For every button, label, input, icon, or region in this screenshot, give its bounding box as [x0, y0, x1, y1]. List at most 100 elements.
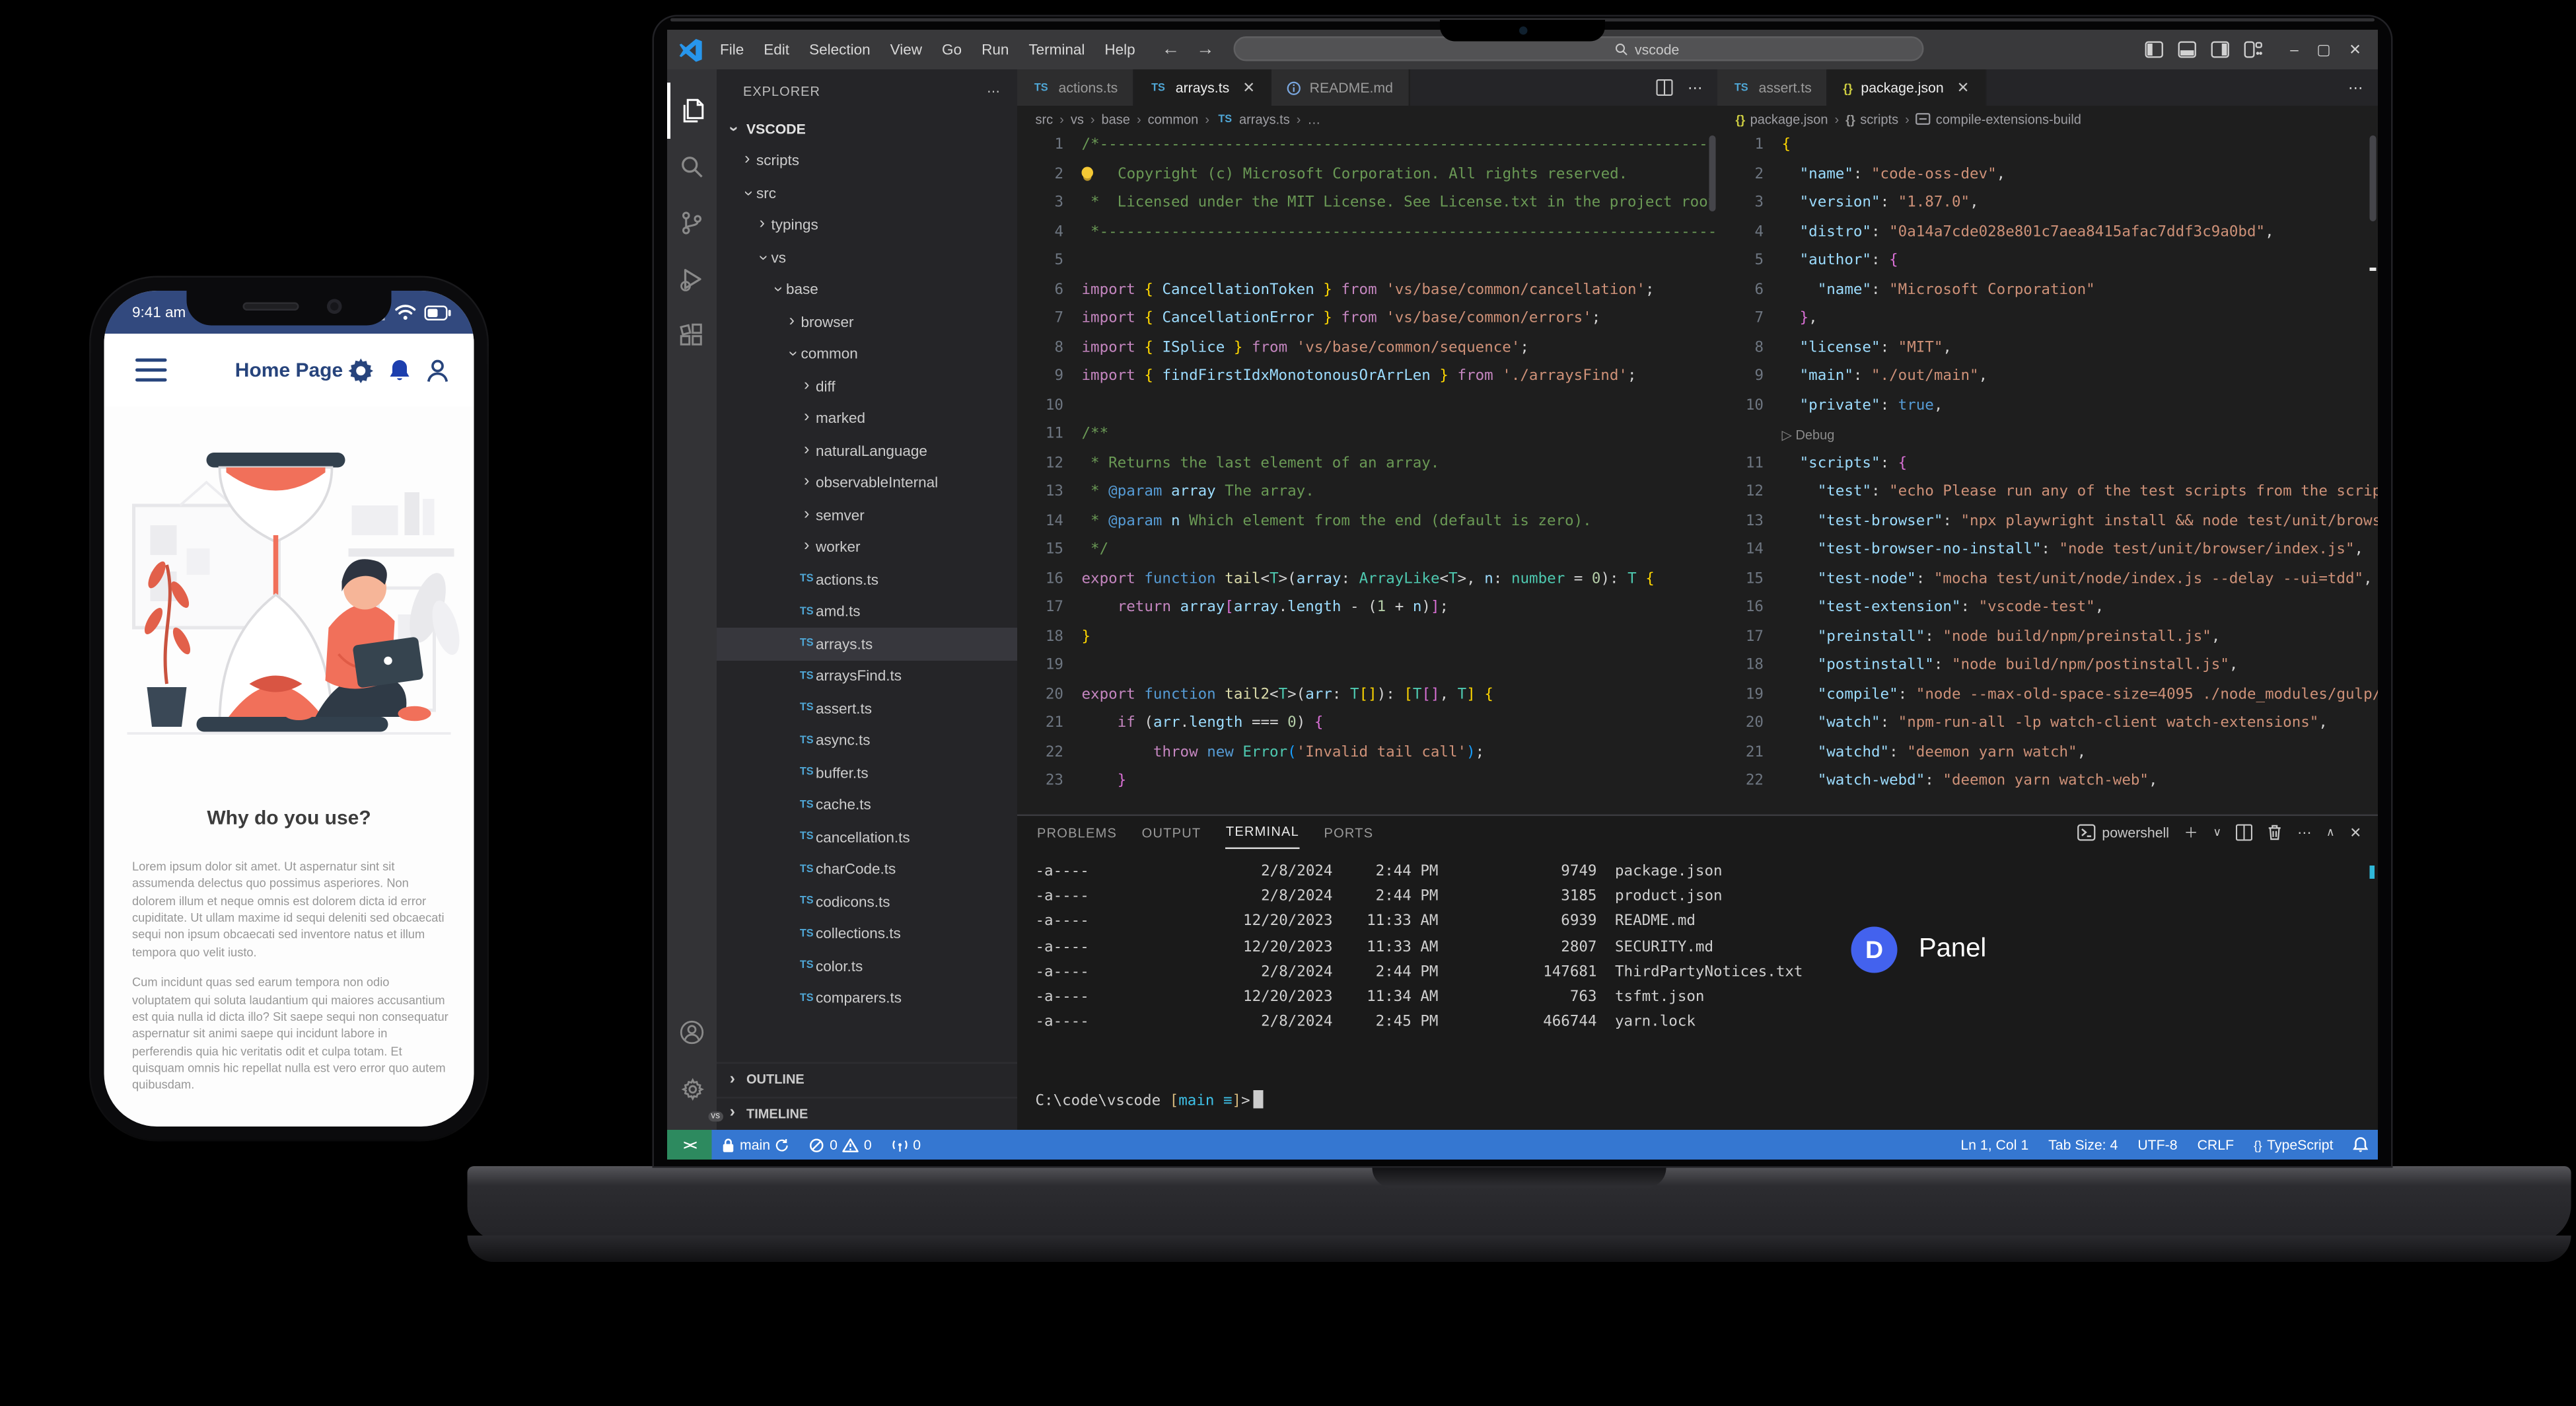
ports-status-item[interactable]: 0 — [882, 1130, 931, 1160]
status-item-tab-size-4[interactable]: Tab Size: 4 — [2038, 1130, 2128, 1160]
scrollbar[interactable] — [1709, 135, 1716, 211]
tab-README.md[interactable]: README.md — [1271, 69, 1410, 106]
tab-package.json[interactable]: {}package.json✕ — [1828, 69, 1986, 106]
close-tab-icon[interactable]: ✕ — [1957, 79, 1970, 97]
panel-tab-terminal[interactable]: TERMINAL — [1226, 816, 1299, 849]
tree-item-amd.ts[interactable]: TSamd.ts — [717, 595, 1017, 628]
customize-layout-icon[interactable] — [2244, 42, 2262, 58]
remote-indicator[interactable]: >< — [667, 1130, 712, 1160]
menu-terminal[interactable]: Terminal — [1019, 38, 1094, 61]
user-icon[interactable] — [426, 357, 449, 383]
menu-view[interactable]: View — [880, 38, 932, 61]
tree-item-arraysFind.ts[interactable]: TSarraysFind.ts — [717, 660, 1017, 692]
breadcrumb-item-scripts[interactable]: {}scripts — [1845, 112, 1898, 127]
menu-run[interactable]: Run — [972, 38, 1019, 61]
tree-item-vs[interactable]: ›vs — [717, 241, 1017, 274]
tree-item-color.ts[interactable]: TScolor.ts — [717, 950, 1017, 982]
problems-status-item[interactable]: 0 0 — [800, 1130, 882, 1160]
menu-help[interactable]: Help — [1094, 38, 1145, 61]
search-icon[interactable] — [667, 139, 717, 195]
panel-maximize-icon[interactable]: ∧ — [2326, 826, 2335, 839]
breadcrumb-item-package.json[interactable]: {}package.json — [1736, 112, 1828, 127]
terminal-dropdown-icon[interactable]: ∨ — [2213, 826, 2221, 839]
tree-item-buffer.ts[interactable]: TSbuffer.ts — [717, 757, 1017, 789]
tree-item-typings[interactable]: ›typings — [717, 209, 1017, 241]
sidebar-more-icon[interactable]: ⋯ — [987, 83, 1001, 98]
panel-tab-problems[interactable]: PROBLEMS — [1037, 816, 1117, 849]
tree-item-arrays.ts[interactable]: TSarrays.ts — [717, 628, 1017, 660]
menu-edit[interactable]: Edit — [754, 38, 799, 61]
tree-item-observableInternal[interactable]: ›observableInternal — [717, 466, 1017, 499]
new-terminal-icon[interactable]: ＋ — [2184, 823, 2198, 842]
menu-file[interactable]: File — [710, 38, 754, 61]
minimize-icon[interactable]: – — [2290, 42, 2299, 57]
tree-item-actions.ts[interactable]: TSactions.ts — [717, 564, 1017, 596]
tab-assert.ts[interactable]: TSassert.ts — [1717, 69, 1828, 106]
scrollbar[interactable] — [2370, 135, 2377, 221]
tree-item-diff[interactable]: ›diff — [717, 370, 1017, 402]
notifications-bell-icon[interactable] — [2343, 1130, 2379, 1160]
tree-item-src[interactable]: ›src — [717, 177, 1017, 209]
more-actions-icon[interactable]: ⋯ — [2348, 79, 2363, 97]
gear-icon[interactable] — [349, 357, 374, 383]
panel-more-icon[interactable]: ⋯ — [2297, 823, 2311, 842]
tree-item-comparers.ts[interactable]: TScomparers.ts — [717, 982, 1017, 1014]
toggle-sidebar-icon[interactable] — [2145, 42, 2163, 58]
tree-item-scripts[interactable]: ›scripts — [717, 145, 1017, 177]
tree-item-common[interactable]: ›common — [717, 338, 1017, 370]
split-terminal-icon[interactable] — [2236, 825, 2253, 841]
shell-label[interactable]: powershell — [2077, 825, 2169, 841]
breadcrumb-item-vs[interactable]: vs — [1071, 112, 1084, 127]
source-control-icon[interactable] — [667, 195, 717, 251]
tree-root-vscode[interactable]: › VSCODE — [717, 112, 1017, 145]
breadcrumb-item-arrays.ts[interactable]: TSarrays.ts — [1216, 112, 1290, 127]
panel-tab-ports[interactable]: PORTS — [1324, 816, 1374, 849]
toggle-panel-icon[interactable] — [2178, 42, 2196, 58]
tree-item-async.ts[interactable]: TSasync.ts — [717, 724, 1017, 757]
panel-tab-output[interactable]: OUTPUT — [1142, 816, 1201, 849]
tree-item-worker[interactable]: ›worker — [717, 531, 1017, 564]
tree-item-browser[interactable]: ›browser — [717, 306, 1017, 338]
extensions-icon[interactable] — [667, 307, 717, 363]
settings-gear-icon[interactable]: vs — [667, 1060, 717, 1117]
tree-item-collections.ts[interactable]: TScollections.ts — [717, 918, 1017, 950]
explorer-icon[interactable] — [667, 83, 717, 139]
tree-item-marked[interactable]: ›marked — [717, 402, 1017, 435]
account-icon[interactable] — [667, 1004, 717, 1060]
sidebar-section-timeline[interactable]: › TIMELINE — [717, 1096, 1017, 1130]
terminal[interactable]: -a----2/8/20242:44 PM9749package.json-a-… — [1036, 859, 2365, 1130]
lightbulb-icon[interactable] — [1082, 166, 1094, 178]
tree-item-cancellation.ts[interactable]: TScancellation.ts — [717, 821, 1017, 854]
breadcrumb-item-src[interactable]: src — [1036, 112, 1054, 127]
menu-go[interactable]: Go — [932, 38, 972, 61]
breadcrumb-item-compile-extensions-build[interactable]: compile-extensions-build — [1916, 112, 2081, 127]
more-actions-icon[interactable]: ⋯ — [1688, 79, 1703, 97]
tree-item-cache.ts[interactable]: TScache.ts — [717, 789, 1017, 821]
tab-actions.ts[interactable]: TSactions.ts — [1017, 69, 1134, 106]
tab-arrays.ts[interactable]: TSarrays.ts✕ — [1134, 69, 1271, 106]
maximize-icon[interactable]: ▢ — [2316, 42, 2330, 57]
close-icon[interactable]: ✕ — [2349, 42, 2361, 57]
breadcrumb-item-base[interactable]: base — [1102, 112, 1130, 127]
status-item-typescript[interactable]: {}TypeScript — [2244, 1130, 2343, 1160]
split-editor-icon[interactable] — [1657, 79, 1673, 96]
tree-item-base[interactable]: ›base — [717, 274, 1017, 306]
trash-icon[interactable] — [2268, 825, 2283, 841]
breadcrumb-item-common[interactable]: common — [1148, 112, 1199, 127]
close-tab-icon[interactable]: ✕ — [1242, 79, 1255, 97]
tree-item-codicons.ts[interactable]: TScodicons.ts — [717, 885, 1017, 918]
tree-item-semver[interactable]: ›semver — [717, 499, 1017, 531]
status-item-utf-8[interactable]: UTF-8 — [2128, 1130, 2187, 1160]
code-editor-package-json[interactable]: 1{2 "name": "code-oss-dev",3 "version": … — [1717, 132, 2378, 816]
tree-item-assert.ts[interactable]: TSassert.ts — [717, 692, 1017, 725]
forward-arrow-icon[interactable]: → — [1196, 40, 1215, 59]
bell-icon[interactable] — [388, 357, 411, 383]
menu-selection[interactable]: Selection — [799, 38, 880, 61]
status-item-ln-1-col-1[interactable]: Ln 1, Col 1 — [1950, 1130, 2038, 1160]
branch-status-item[interactable]: main — [712, 1130, 801, 1160]
run-debug-icon[interactable] — [667, 251, 717, 307]
code-editor-arrays[interactable]: 1/*-------------------------------------… — [1017, 132, 1717, 816]
panel-close-icon[interactable]: ✕ — [2349, 823, 2361, 842]
back-arrow-icon[interactable]: ← — [1162, 40, 1180, 59]
breadcrumb-item-…[interactable]: … — [1307, 112, 1320, 127]
